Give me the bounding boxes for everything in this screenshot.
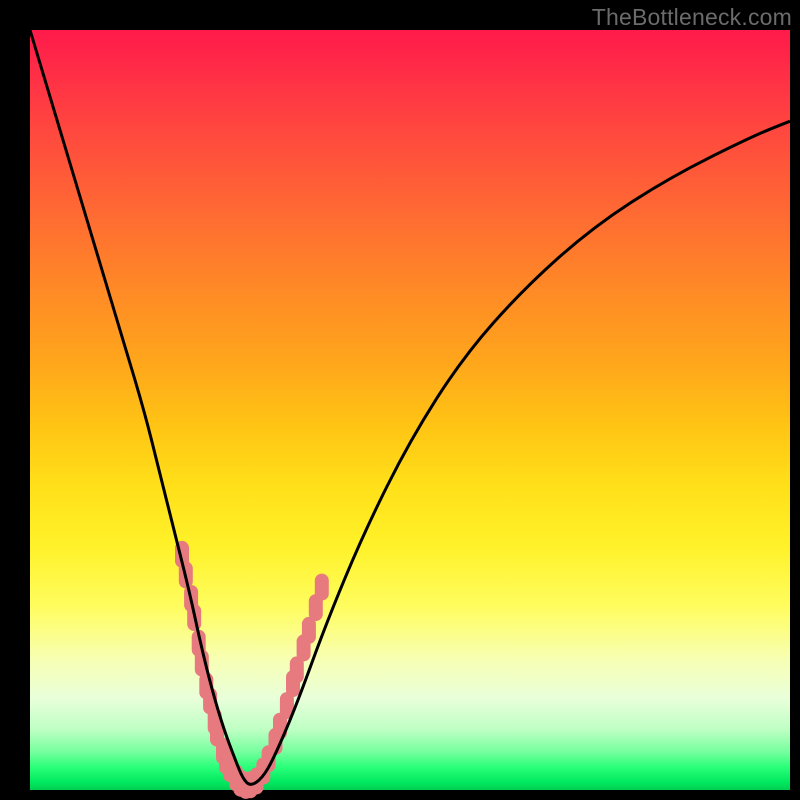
data-point-marker bbox=[302, 617, 316, 644]
bottleneck-curve bbox=[30, 30, 790, 784]
data-point-marker bbox=[315, 574, 329, 601]
watermark-text: TheBottleneck.com bbox=[592, 4, 792, 31]
plot-area bbox=[30, 30, 790, 790]
data-markers-group bbox=[175, 541, 329, 799]
chart-svg bbox=[30, 30, 790, 790]
chart-frame: TheBottleneck.com bbox=[0, 0, 800, 800]
